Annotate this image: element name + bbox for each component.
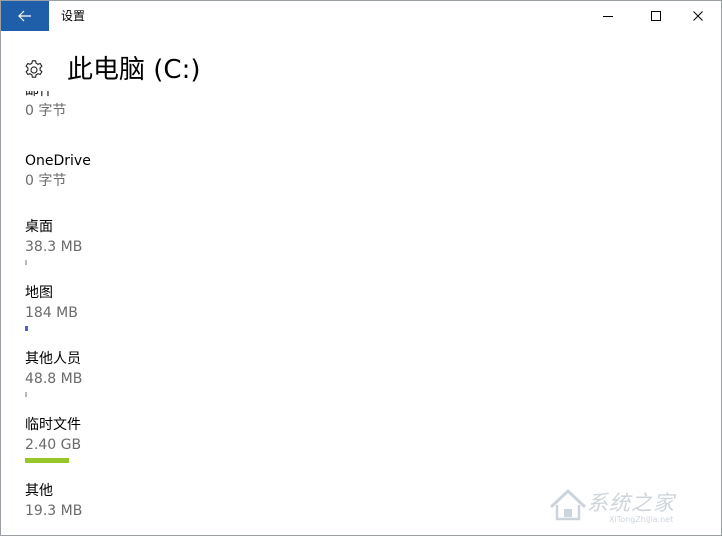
item-label: 其他: [25, 483, 53, 499]
usage-bar-fill: [25, 392, 27, 397]
page-title: 此电脑 (C:): [67, 55, 201, 85]
usage-bar-fill: [25, 326, 28, 331]
usage-bar: [25, 260, 425, 265]
minimize-icon: [603, 16, 613, 17]
item-size: 38.3 MB: [25, 239, 83, 255]
usage-bar-fill: [25, 260, 27, 265]
item-size: 2.40 GB: [25, 437, 82, 453]
settings-window: 设置 此电脑 (C:) 邮件 0 字节 OneDrive 0 字节 桌面 38.…: [0, 0, 722, 536]
item-label: 其他人员: [25, 351, 81, 367]
usage-bar: [25, 392, 425, 397]
page-header: 此电脑 (C:): [1, 49, 721, 91]
storage-usage-list: 邮件 0 字节 OneDrive 0 字节 桌面 38.3 MB 地图 184 …: [1, 91, 721, 535]
list-item-other[interactable]: 其他 19.3 MB: [25, 481, 525, 531]
back-arrow-icon: [18, 10, 31, 22]
usage-bar-fill: [25, 458, 69, 463]
item-size: 0 字节: [25, 173, 67, 189]
list-item-other-people[interactable]: 其他人员 48.8 MB: [25, 349, 525, 399]
minimize-button[interactable]: [585, 1, 631, 31]
window-title: 设置: [61, 9, 86, 23]
item-size: 48.8 MB: [25, 371, 83, 387]
list-item-maps[interactable]: 地图 184 MB: [25, 283, 525, 333]
close-button[interactable]: [675, 1, 721, 31]
close-icon: [693, 11, 703, 21]
list-item-desktop[interactable]: 桌面 38.3 MB: [25, 217, 525, 267]
watermark-url: XiTongZhiJia.net: [609, 515, 674, 524]
item-label: OneDrive: [25, 153, 91, 169]
usage-bar: [25, 458, 425, 463]
watermark-logo: 系统之家 XiTongZhiJia.net: [547, 483, 717, 531]
list-item-mail[interactable]: 邮件 0 字节: [25, 91, 525, 131]
maximize-icon: [651, 11, 661, 21]
back-button[interactable]: [1, 1, 49, 31]
maximize-button[interactable]: [633, 1, 679, 31]
title-bar: 设置: [1, 1, 721, 31]
list-item-onedrive[interactable]: OneDrive 0 字节: [25, 151, 525, 201]
watermark-text: 系统之家: [587, 491, 675, 515]
item-size: 184 MB: [25, 305, 78, 321]
item-size: 0 字节: [25, 103, 67, 119]
list-item-temporary-files[interactable]: 临时文件 2.40 GB: [25, 415, 525, 465]
item-label: 邮件: [25, 91, 53, 99]
usage-bar: [25, 326, 425, 331]
item-size: 19.3 MB: [25, 503, 83, 519]
house-logo-icon: [549, 489, 587, 521]
gear-icon: [25, 60, 43, 78]
item-label: 临时文件: [25, 417, 81, 433]
item-label: 桌面: [25, 219, 53, 235]
item-label: 地图: [25, 285, 53, 301]
